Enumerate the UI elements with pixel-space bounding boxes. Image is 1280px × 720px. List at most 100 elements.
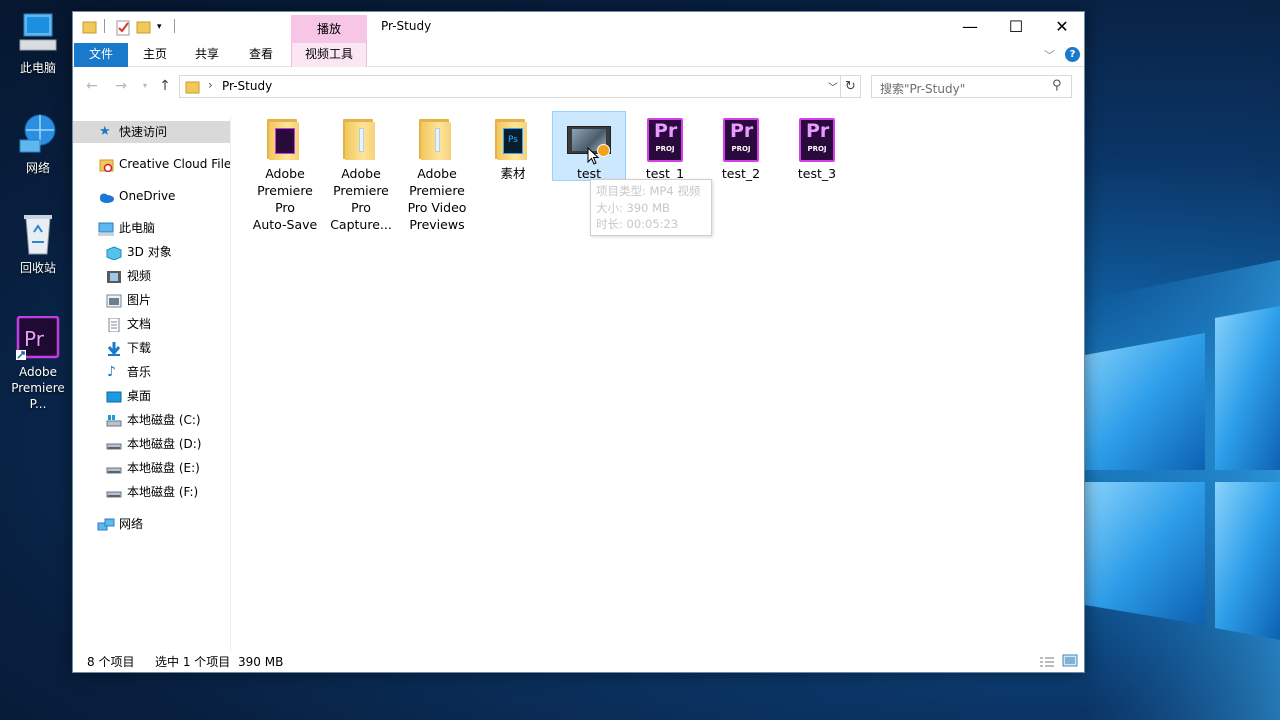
tab-home[interactable]: 主页	[133, 43, 177, 67]
file-name: Pro	[275, 200, 295, 215]
file-name: Pro Video	[407, 200, 467, 215]
chevron-down-icon[interactable]: ﹀	[828, 79, 838, 94]
maximize-button[interactable]: ☐	[993, 12, 1039, 42]
nav-item-label: 3D 对象	[127, 245, 172, 259]
nav-item-drive-c[interactable]: 本地磁盘 (C:)	[73, 409, 230, 431]
forward-button[interactable]: →	[111, 76, 131, 96]
selected-count: 选中 1 个项目	[155, 655, 231, 669]
drive-icon	[106, 437, 122, 451]
drive-c-icon	[106, 413, 122, 427]
nav-item-network[interactable]: 网络	[73, 513, 230, 535]
documents-icon	[106, 317, 122, 333]
nav-item-this-pc[interactable]: 此电脑	[73, 217, 230, 239]
tab-video-tools[interactable]: 视频工具	[291, 43, 367, 67]
ribbon-expand-icon[interactable]: ﹀	[1044, 47, 1055, 63]
tab-file[interactable]: 文件	[74, 43, 128, 67]
drive-icon	[106, 485, 122, 499]
star-icon: ★	[99, 124, 111, 139]
recent-locations-icon[interactable]: ▾	[135, 76, 155, 96]
file-item-project[interactable]: Pr PROJ test_2	[704, 112, 778, 182]
nav-item-label: 视频	[127, 269, 152, 283]
tooltip-duration: 时长: 00:05:23	[596, 217, 679, 231]
nav-item-drive-e[interactable]: 本地磁盘 (E:)	[73, 457, 230, 479]
nav-item-label: 桌面	[127, 389, 152, 403]
file-name: Auto-Save	[252, 217, 318, 232]
up-button[interactable]: ↑	[155, 76, 175, 96]
nav-item-label: 音乐	[127, 365, 152, 379]
videos-icon	[106, 269, 122, 283]
address-path: Pr-Study	[222, 79, 273, 93]
desktop-icon-recycle-bin[interactable]: 回收站	[1, 212, 75, 276]
3d-objects-icon	[106, 245, 122, 261]
nav-item-downloads[interactable]: 下载	[73, 337, 230, 359]
tab-view[interactable]: 查看	[239, 43, 283, 67]
minimize-button[interactable]: —	[947, 12, 993, 42]
premiere-pro-icon: Pr	[16, 315, 60, 360]
nav-item-label: 下载	[127, 341, 152, 355]
folder-icon	[82, 20, 98, 37]
nav-item-music[interactable]: ♪ 音乐	[73, 361, 230, 383]
folder-icon	[185, 80, 201, 97]
file-item-folder[interactable]: Adobe Premiere Pro Video Previews	[400, 112, 474, 233]
file-item-video-selected[interactable]: test	[552, 111, 626, 181]
title-bar: ▾ 播放 Pr-Study — ☐ ✕	[73, 12, 1084, 43]
context-tab-group-play: 播放	[291, 15, 367, 43]
nav-item-drive-f[interactable]: 本地磁盘 (F:)	[73, 481, 230, 503]
file-name: Adobe	[341, 166, 381, 181]
help-icon[interactable]: ?	[1065, 47, 1080, 62]
file-item-folder[interactable]: Adobe Premiere Pro Auto-Save	[248, 112, 322, 233]
nav-item-label: 本地磁盘 (D:)	[127, 437, 202, 451]
navigation-pane: ★ 快速访问 Creative Cloud Files OneDrive 此电脑…	[73, 116, 231, 652]
chevron-right-icon: ›	[208, 78, 213, 92]
folder-icon	[339, 116, 383, 162]
file-item-folder[interactable]: Ps 素材	[476, 112, 550, 182]
file-item-project[interactable]: Pr PROJ test_1	[628, 112, 702, 182]
file-name: Capture...	[330, 217, 392, 232]
nav-item-3d-objects[interactable]: 3D 对象	[73, 241, 230, 263]
file-item-project[interactable]: Pr PROJ test_3	[780, 112, 854, 182]
file-name: 素材	[500, 166, 526, 181]
customize-quick-access-icon[interactable]: ▾	[157, 22, 162, 32]
file-info-tooltip: 项目类型: MP4 视频 大小: 390 MB 时长: 00:05:23	[590, 179, 712, 236]
file-item-folder[interactable]: Adobe Premiere Pro Capture...	[324, 112, 398, 233]
nav-item-desktop[interactable]: 桌面	[73, 385, 230, 407]
nav-item-creative-cloud-files[interactable]: Creative Cloud Files	[73, 153, 230, 175]
nav-item-drive-d[interactable]: 本地磁盘 (D:)	[73, 433, 230, 455]
separator	[104, 19, 105, 33]
network-icon	[16, 112, 60, 156]
file-name: Premiere	[409, 183, 465, 198]
refresh-button[interactable]: ↻	[841, 75, 861, 98]
close-button[interactable]: ✕	[1039, 12, 1085, 42]
new-folder-icon[interactable]	[136, 20, 152, 37]
nav-item-documents[interactable]: 文档	[73, 313, 230, 335]
details-view-icon[interactable]	[1039, 655, 1055, 673]
tooltip-type: 项目类型: MP4 视频	[596, 184, 701, 198]
file-name: Premiere	[333, 183, 389, 198]
desktop-icon-this-pc[interactable]: 此电脑	[1, 12, 75, 76]
desktop-icon-label: 此电脑	[19, 61, 56, 75]
back-button[interactable]: ←	[82, 76, 102, 96]
search-input[interactable]: 搜索"Pr-Study" ⚲	[871, 75, 1072, 98]
network-icon	[97, 517, 115, 531]
address-bar[interactable]: › Pr-Study ﹀	[179, 75, 841, 98]
file-name: Previews	[409, 217, 465, 232]
nav-item-pictures[interactable]: 图片	[73, 289, 230, 311]
nav-item-label: 本地磁盘 (E:)	[127, 461, 200, 475]
tab-share[interactable]: 共享	[185, 43, 229, 67]
nav-item-onedrive[interactable]: OneDrive	[73, 185, 230, 207]
properties-icon[interactable]	[115, 20, 131, 39]
nav-item-videos[interactable]: 视频	[73, 265, 230, 287]
desktop-icon-label: Premiere P...	[11, 381, 65, 411]
file-name: Premiere	[257, 183, 313, 198]
desktop-icon-network[interactable]: 网络	[1, 112, 75, 176]
pictures-icon	[106, 293, 122, 308]
separator	[174, 19, 175, 33]
downloads-icon	[106, 341, 122, 356]
folder-icon	[415, 116, 459, 162]
desktop-icon-premiere-pro[interactable]: Pr Adobe Premiere P...	[1, 315, 75, 412]
nav-item-label: OneDrive	[119, 189, 176, 203]
file-name: Adobe	[265, 166, 305, 181]
desktop-icon-label: 网络	[25, 161, 50, 175]
large-icons-view-icon[interactable]	[1062, 654, 1078, 673]
nav-item-quick-access[interactable]: ★ 快速访问	[73, 121, 230, 143]
